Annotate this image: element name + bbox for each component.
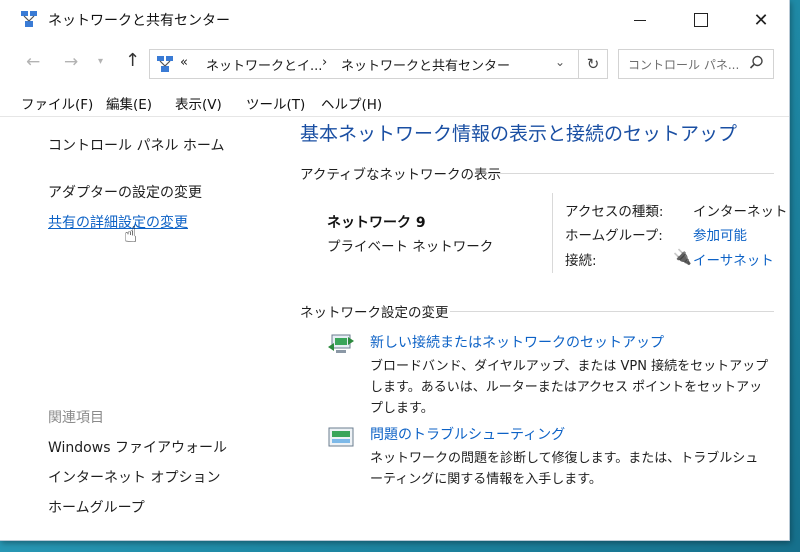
network-sharing-center-window: ネットワークと共有センター ✕ ← → ▾ ↑ « ネットワークとイ... › … (0, 0, 790, 541)
breadcrumb-sharing-center[interactable]: ネットワークと共有センター (341, 55, 510, 74)
troubleshoot-icon (328, 427, 354, 447)
troubleshoot-problems-description: ネットワークの問題を診断して修復します。または、トラブルシューティングに関する情… (370, 451, 759, 487)
close-icon: ✕ (753, 9, 769, 31)
breadcrumb-network-internet[interactable]: ネットワークとイ... (206, 55, 322, 74)
new-connection-icon (328, 334, 354, 353)
menu-view[interactable]: 表示(V) (175, 93, 222, 113)
window-title: ネットワークと共有センター (48, 13, 230, 29)
ethernet-connection-link[interactable]: イーサネット (693, 249, 774, 269)
navigation-bar: ← → ▾ ↑ « ネットワークとイ... › ネットワークと共有センター ⌄ … (0, 46, 789, 80)
minimize-icon (634, 19, 646, 21)
search-box[interactable]: コントロール パネ... (618, 49, 774, 79)
homegroup-join-link[interactable]: 参加可能 (693, 224, 747, 244)
back-arrow-icon[interactable]: ← (26, 52, 40, 72)
network-location-icon (157, 56, 173, 72)
homegroup-label: ホームグループ: (565, 228, 663, 244)
menu-tools[interactable]: ツール(T) (246, 93, 305, 113)
close-button[interactable]: ✕ (736, 0, 786, 40)
breadcrumb-overflow[interactable]: « (180, 55, 188, 70)
windows-firewall-link[interactable]: Windows ファイアウォール (48, 437, 227, 457)
hand-pointer-icon: ☝ (124, 223, 138, 248)
change-adapter-settings-link[interactable]: アダプターの設定の変更 (48, 182, 202, 202)
section-divider (450, 311, 774, 312)
related-items-heading: 関連項目 (48, 410, 104, 426)
connection-label: 接続: (565, 253, 597, 269)
internet-options-link[interactable]: インターネット オプション (48, 467, 220, 487)
page-title: 基本ネットワーク情報の表示と接続のセットアップ (300, 123, 738, 145)
menu-file[interactable]: ファイル(F) (21, 93, 93, 113)
refresh-button[interactable]: ↻ (578, 50, 607, 78)
title-bar: ネットワークと共有センター ✕ (0, 0, 789, 40)
network-info-divider (552, 193, 553, 273)
main-content: 基本ネットワーク情報の表示と接続のセットアップ アクティブなネットワークの表示 … (282, 116, 789, 541)
setup-new-connection-link[interactable]: 新しい接続またはネットワークのセットアップ (370, 332, 664, 352)
up-arrow-icon[interactable]: ↑ (125, 50, 140, 71)
section-divider (487, 173, 774, 174)
homegroup-link[interactable]: ホームグループ (48, 497, 145, 517)
network-app-icon (21, 11, 37, 27)
ethernet-plug-icon: 🔌 (673, 248, 692, 266)
address-dropdown-icon[interactable]: ⌄ (555, 55, 565, 69)
address-bar[interactable]: « ネットワークとイ... › ネットワークと共有センター ⌄ ↻ (149, 49, 608, 79)
minimize-button[interactable] (615, 0, 665, 40)
active-networks-heading: アクティブなネットワークの表示 (300, 167, 502, 183)
maximize-icon (694, 13, 708, 27)
control-panel-home-link[interactable]: コントロール パネル ホーム (48, 135, 224, 155)
network-type-link[interactable]: プライベート ネットワーク (327, 235, 493, 255)
breadcrumb-separator[interactable]: › (322, 55, 327, 70)
search-icon[interactable] (749, 55, 764, 70)
task-pane: コントロール パネル ホーム アダプターの設定の変更 共有の詳細設定の変更 ☝ … (0, 116, 282, 541)
access-type-label: アクセスの種類: (565, 204, 664, 220)
troubleshoot-problems-link[interactable]: 問題のトラブルシューティング (370, 424, 565, 444)
recent-locations-chevron-icon[interactable]: ▾ (98, 56, 103, 67)
menu-help[interactable]: ヘルプ(H) (321, 93, 382, 113)
menu-bar: ファイル(F) 編集(E) 表示(V) ツール(T) ヘルプ(H) (0, 90, 789, 114)
menu-edit[interactable]: 編集(E) (106, 93, 152, 113)
search-placeholder: コントロール パネ... (628, 58, 740, 72)
setup-new-connection-description: ブロードバンド、ダイヤルアップ、または VPN 接続をセットアップします。あるい… (370, 359, 769, 416)
network-name: ネットワーク 9 (327, 215, 426, 231)
forward-arrow-icon[interactable]: → (64, 52, 78, 72)
change-settings-heading: ネットワーク設定の変更 (300, 305, 449, 321)
change-advanced-sharing-link[interactable]: 共有の詳細設定の変更 (48, 212, 188, 232)
maximize-button[interactable] (676, 0, 726, 40)
access-type-value: インターネット (693, 204, 788, 220)
refresh-icon: ↻ (586, 55, 600, 73)
